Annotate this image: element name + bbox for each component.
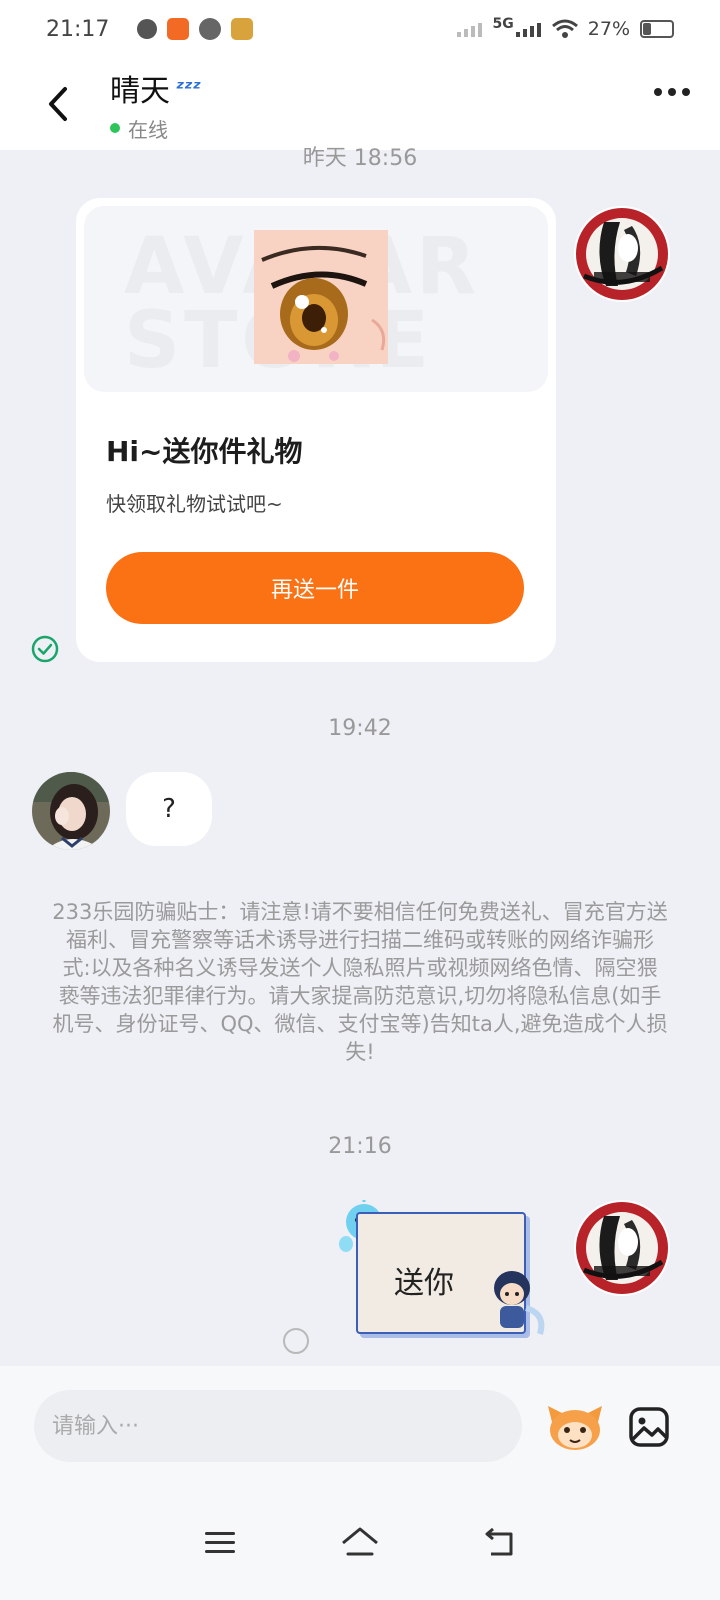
sticker-message-text: 送你 xyxy=(394,1266,454,1301)
back-arrow-icon xyxy=(485,1528,513,1556)
my-avatar[interactable] xyxy=(574,1200,670,1296)
emoji-button-icon[interactable] xyxy=(546,1402,604,1452)
signal-weak-icon xyxy=(456,23,482,37)
anime-eye-image xyxy=(254,230,388,364)
dot xyxy=(682,88,690,96)
gift-subtitle: 快领取礼物试试吧~ xyxy=(106,492,283,516)
network-label: 5G xyxy=(492,16,514,32)
status-bar: 21:17 5G 27% xyxy=(0,0,720,58)
home-icon xyxy=(342,1527,378,1556)
timestamp-1942: 19:42 xyxy=(328,716,392,741)
gift-title: Hi~送你件礼物 xyxy=(106,435,303,468)
more-options-button[interactable] xyxy=(654,88,690,96)
battery-text: 27% xyxy=(587,18,630,40)
timestamp-2116: 21:16 xyxy=(328,1134,392,1159)
battery-icon xyxy=(640,20,674,38)
contact-info[interactable]: 晴天 ᶻᶻᶻ 在线 xyxy=(110,66,201,143)
chat-bubble-icon xyxy=(137,19,158,39)
online-status: 在线 xyxy=(110,114,201,143)
dot xyxy=(654,88,662,96)
online-dot xyxy=(110,123,120,133)
gift-banner: AVATAR STORE xyxy=(84,206,548,392)
back-nav-button[interactable] xyxy=(475,1518,525,1568)
my-avatar[interactable] xyxy=(574,206,670,302)
menu-nav-button[interactable] xyxy=(195,1518,245,1568)
back-button[interactable] xyxy=(28,74,88,134)
menu-icon xyxy=(205,1532,235,1553)
status-right: 5G 27% xyxy=(456,16,674,40)
contact-name-row: 晴天 ᶻᶻᶻ xyxy=(110,66,201,110)
chevron-left-icon xyxy=(49,87,67,121)
chat-header: 晴天 ᶻᶻᶻ 在线 xyxy=(0,58,720,150)
contact-avatar[interactable] xyxy=(32,772,110,850)
online-status-text: 在线 xyxy=(128,117,168,142)
message-input[interactable] xyxy=(34,1390,522,1462)
system-nav-bar xyxy=(0,1486,720,1600)
contact-name: 晴天 xyxy=(110,73,170,109)
message-bubble-question[interactable]: ? xyxy=(126,772,212,846)
send-another-gift-button[interactable]: 再送一件 xyxy=(106,552,524,624)
timestamp-yesterday: 昨天 18:56 xyxy=(302,146,418,171)
dot xyxy=(668,88,676,96)
status-time: 21:17 xyxy=(46,16,110,42)
signal-strong-icon xyxy=(515,23,541,37)
chibi-character-sticker-icon xyxy=(494,1271,545,1335)
home-nav-button[interactable] xyxy=(335,1518,385,1568)
image-picker-icon[interactable] xyxy=(628,1406,670,1448)
input-bar xyxy=(0,1366,720,1486)
sleeping-zzz-icon: ᶻᶻᶻ xyxy=(176,75,202,100)
battery-fill xyxy=(643,23,651,35)
sending-status-icon xyxy=(283,1328,309,1354)
anti-fraud-notice: 233乐园防骗贴士：请注意!请不要相信任何免费送礼、冒充官方送福利、冒充警察等话… xyxy=(52,900,668,1064)
read-check-icon xyxy=(31,635,59,663)
link-icon xyxy=(199,18,222,40)
gift-card[interactable]: AVATAR STORE Hi~送你件礼物 快领取礼物试试吧~ 再送一件 xyxy=(76,198,556,662)
kuaishou-icon xyxy=(167,18,190,40)
game-icon xyxy=(231,18,254,40)
wifi-icon xyxy=(551,19,578,38)
